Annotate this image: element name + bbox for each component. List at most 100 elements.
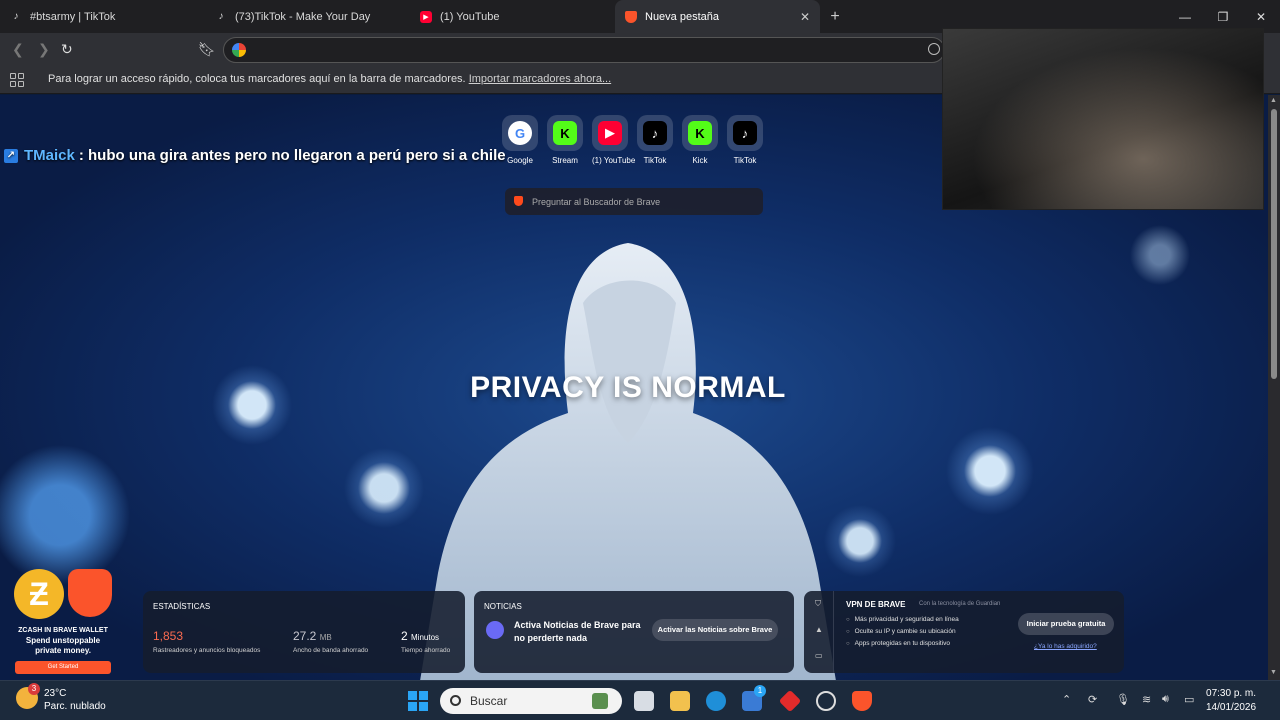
- chat-overlay: ↗ TMaick : hubo una gira antes pero no l…: [4, 147, 506, 164]
- brave-search-box[interactable]: Preguntar al Buscador de Brave: [505, 188, 763, 215]
- stat-unit: Minutos: [411, 633, 440, 642]
- vpn-feature: Más privacidad y seguridad en línea: [846, 616, 959, 623]
- brave-taskbar-icon[interactable]: [852, 691, 872, 711]
- widget-switcher: ⛉ ▲ ▭: [804, 591, 834, 673]
- zcash-icon: Ƶ: [14, 569, 64, 619]
- talk-icon[interactable]: ▲: [815, 625, 823, 634]
- cards-icon[interactable]: ▭: [815, 651, 823, 660]
- tiktok-icon: ♪: [13, 11, 19, 22]
- scroll-down-icon[interactable]: ▼: [1270, 669, 1277, 676]
- weather-icon: 3: [16, 683, 40, 709]
- search-icon: [450, 695, 461, 706]
- tab-new-tab[interactable]: Nueva pestaña ✕: [615, 0, 820, 33]
- weather-widget[interactable]: 3 23°C Parc. nublado: [16, 683, 106, 713]
- taskbar-search[interactable]: Buscar: [440, 688, 622, 714]
- apps-grid-icon[interactable]: [10, 73, 24, 87]
- tile-background: K: [547, 115, 583, 151]
- store-icon[interactable]: 1: [742, 685, 766, 711]
- reload-button[interactable]: ↻: [61, 41, 73, 58]
- chat-message: : hubo una gira antes pero no llegaron a…: [78, 147, 506, 164]
- vpn-already-purchased-link[interactable]: ¿Ya lo has adquirido?: [1034, 643, 1097, 650]
- tab-title: #btsarmy | TikTok: [30, 10, 116, 23]
- top-site-label: Stream: [552, 156, 578, 165]
- obs-icon[interactable]: [816, 691, 836, 711]
- top-site-tile[interactable]: K Kick: [682, 115, 718, 165]
- vpn-powered-by: Con la tecnología de Guardian: [919, 601, 1001, 607]
- close-tab-icon[interactable]: ✕: [800, 10, 810, 24]
- edge-icon[interactable]: [706, 691, 726, 711]
- page-scrollbar[interactable]: ▲ ▼: [1268, 95, 1280, 680]
- sync-icon[interactable]: ⟳: [1088, 693, 1097, 706]
- stat-label: Rastreadores y anuncios bloqueados: [153, 647, 261, 654]
- wifi-icon[interactable]: ≋: [1142, 693, 1151, 706]
- bookmark-icon[interactable]: 🔖︎: [198, 41, 216, 58]
- app-red-diamond-icon[interactable]: [778, 689, 802, 713]
- volume-icon[interactable]: 🔊︎: [1162, 693, 1169, 706]
- tab-youtube[interactable]: ▶ (1) YouTube: [410, 0, 615, 33]
- top-site-label: TikTok: [733, 156, 757, 165]
- youtube-icon: ▶: [420, 10, 432, 23]
- forward-button[interactable]: ❯: [38, 41, 50, 58]
- tray-overflow-icon[interactable]: ⌃: [1062, 693, 1071, 706]
- vpn-shield-icon[interactable]: ⛉: [815, 599, 821, 609]
- address-bar[interactable]: [223, 37, 945, 63]
- new-tab-button[interactable]: +: [820, 8, 850, 26]
- tab-btsarmy-tiktok[interactable]: ♪ #btsarmy | TikTok: [0, 0, 205, 33]
- top-site-tile[interactable]: ▶ (1) YouTube: [592, 115, 636, 165]
- tab-title: (73)TikTok - Make Your Day: [235, 10, 371, 23]
- vpn-widget: ⛉ ▲ ▭ VPN DE BRAVE Con la tecnología de …: [804, 591, 1124, 673]
- tile-background: K: [682, 115, 718, 151]
- top-site-label: Google: [507, 156, 533, 165]
- stat-value: 27.2: [293, 629, 317, 643]
- bookmarks-hint: Para lograr un acceso rápido, coloca tus…: [48, 73, 611, 85]
- brave-search-placeholder: Preguntar al Buscador de Brave: [532, 196, 661, 207]
- news-document-icon: [486, 621, 504, 639]
- scrollbar-thumb[interactable]: [1271, 109, 1277, 379]
- vpn-feature: Oculte su IP y cambie su ubicación: [846, 628, 959, 635]
- scroll-up-icon[interactable]: ▲: [1270, 97, 1277, 104]
- vpn-feature: Apps protegidas en tu dispositivo: [846, 640, 959, 647]
- top-site-tile[interactable]: G Google: [502, 115, 538, 165]
- battery-icon[interactable]: ▭: [1184, 693, 1194, 706]
- top-site-label: TikTok: [643, 156, 667, 165]
- top-site-tile[interactable]: K Stream: [547, 115, 583, 165]
- microphone-icon[interactable]: 🎙︎: [1116, 693, 1130, 706]
- top-site-tile[interactable]: ♪ TikTok: [637, 115, 673, 165]
- tile-background: G: [502, 115, 538, 151]
- weather-badge: 3: [28, 683, 40, 695]
- background-slogan: PRIVACY IS NORMAL: [470, 371, 786, 404]
- zoom-icon[interactable]: [928, 43, 940, 55]
- tab-title: (1) YouTube: [440, 10, 500, 23]
- clock[interactable]: 07:30 p. m. 14/01/2026: [1206, 687, 1256, 715]
- address-input[interactable]: [254, 41, 854, 59]
- vpn-free-trial-button[interactable]: Iniciar prueba gratuita: [1018, 613, 1114, 635]
- stat-bandwidth: 27.2 MB Ancho de banda ahorrado: [293, 629, 368, 654]
- top-site-label: (1) YouTube: [592, 156, 636, 165]
- stat-trackers: 1,853 Rastreadores y anuncios bloqueados: [153, 629, 260, 654]
- brave-icon: [514, 196, 523, 206]
- webcam-overlay: [942, 28, 1264, 210]
- stats-widget: ESTADÍSTICAS 1,853 Rastreadores y anunci…: [143, 591, 465, 673]
- top-site-tile[interactable]: ♪ TikTok: [727, 115, 763, 165]
- back-button[interactable]: ❮: [12, 41, 24, 58]
- import-bookmarks-link[interactable]: Importar marcadores ahora...: [469, 73, 611, 85]
- brave-lion-icon: [68, 569, 112, 617]
- enable-news-button[interactable]: Activar las Noticias sobre Brave: [652, 619, 778, 641]
- stat-unit: MB: [319, 633, 332, 642]
- task-view-icon[interactable]: [634, 691, 654, 711]
- start-button[interactable]: [408, 691, 428, 711]
- weather-desc: Parc. nublado: [44, 701, 106, 712]
- tiktok-icon: ♪: [733, 121, 757, 145]
- taskbar: 3 23°C Parc. nublado Buscar 1 ⌃ ⟳ 🎙︎ ≋ 🔊…: [0, 680, 1280, 720]
- vpn-title: VPN DE BRAVE: [846, 600, 906, 609]
- top-sites: G Google K Stream ▶ (1) YouTube ♪ TikTok K Kick ♪ T…: [502, 115, 763, 165]
- top-site-label: Kick: [692, 156, 708, 165]
- file-explorer-icon[interactable]: [670, 691, 690, 711]
- brave-icon: [625, 10, 637, 23]
- wallet-get-started-button[interactable]: Get Started: [15, 661, 111, 674]
- share-arrow-icon: ↗: [4, 148, 18, 163]
- tile-background: ▶: [592, 115, 628, 151]
- tab-tiktok-make-your-day[interactable]: ♪ (73)TikTok - Make Your Day: [205, 0, 410, 33]
- store-badge: 1: [754, 685, 766, 697]
- tiktok-icon: ♪: [218, 11, 224, 22]
